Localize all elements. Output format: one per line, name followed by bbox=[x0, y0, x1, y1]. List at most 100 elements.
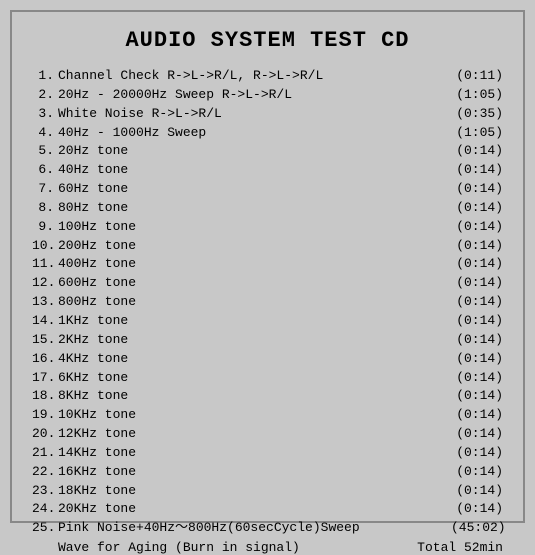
track-row: 21.14KHz tone(0:14) bbox=[32, 444, 503, 463]
track-name: 10KHz tone bbox=[58, 406, 451, 425]
track-duration: (0:14) bbox=[451, 255, 503, 274]
track-row: 16.4KHz tone(0:14) bbox=[32, 350, 503, 369]
track-duration: (0:14) bbox=[451, 237, 503, 256]
track-row: 9.100Hz tone(0:14) bbox=[32, 218, 503, 237]
track-duration: (0:14) bbox=[451, 350, 503, 369]
track-row: 23.18KHz tone(0:14) bbox=[32, 482, 503, 501]
track-number: 18. bbox=[32, 387, 58, 406]
track-name: 18KHz tone bbox=[58, 482, 451, 501]
track-name: 14KHz tone bbox=[58, 444, 451, 463]
track-name: 40Hz tone bbox=[58, 161, 451, 180]
track-name: 4KHz tone bbox=[58, 350, 451, 369]
track-name: Pink Noise+40Hz～800Hz(60secCycle)Sweep bbox=[58, 519, 451, 538]
track-row: 22.16KHz tone(0:14) bbox=[32, 463, 503, 482]
track-duration: (0:14) bbox=[451, 482, 503, 501]
track-row: 12.600Hz tone(0:14) bbox=[32, 274, 503, 293]
track-number: 8. bbox=[32, 199, 58, 218]
track-duration: (0:14) bbox=[451, 142, 503, 161]
track-row: 25.Pink Noise+40Hz～800Hz(60secCycle)Swee… bbox=[32, 519, 503, 538]
track-duration: (0:14) bbox=[451, 331, 503, 350]
track-name: 6KHz tone bbox=[58, 369, 451, 388]
track-row: 6.40Hz tone(0:14) bbox=[32, 161, 503, 180]
track-name: 40Hz - 1000Hz Sweep bbox=[58, 124, 451, 143]
track-name: 800Hz tone bbox=[58, 293, 451, 312]
track-row: 4.40Hz - 1000Hz Sweep(1:05) bbox=[32, 124, 503, 143]
main-container: AUDIO SYSTEM TEST CD 1.Channel Check R->… bbox=[10, 10, 525, 523]
track-duration: (0:14) bbox=[451, 312, 503, 331]
track-duration: (0:14) bbox=[451, 387, 503, 406]
track-number: 1. bbox=[32, 67, 58, 86]
track-name: 20Hz - 20000Hz Sweep R->L->R/L bbox=[58, 86, 451, 105]
track-duration: (0:14) bbox=[451, 425, 503, 444]
track-duration: (0:14) bbox=[451, 369, 503, 388]
track-name: Channel Check R->L->R/L, R->L->R/L bbox=[58, 67, 451, 86]
track-name: 400Hz tone bbox=[58, 255, 451, 274]
track-duration: (0:35) bbox=[451, 105, 503, 124]
track-number: 24. bbox=[32, 500, 58, 519]
track-row: 13.800Hz tone(0:14) bbox=[32, 293, 503, 312]
track-number: 17. bbox=[32, 369, 58, 388]
track-row: 11.400Hz tone(0:14) bbox=[32, 255, 503, 274]
track-name: 2KHz tone bbox=[58, 331, 451, 350]
track-name: White Noise R->L->R/L bbox=[58, 105, 451, 124]
track-row: 3.White Noise R->L->R/L(0:35) bbox=[32, 105, 503, 124]
track-name: 8KHz tone bbox=[58, 387, 451, 406]
track-number: 7. bbox=[32, 180, 58, 199]
track-number: 4. bbox=[32, 124, 58, 143]
track-row: 18.8KHz tone(0:14) bbox=[32, 387, 503, 406]
track-number: 11. bbox=[32, 255, 58, 274]
track-duration: (1:05) bbox=[451, 86, 503, 105]
track-number: 14. bbox=[32, 312, 58, 331]
track-number: 12. bbox=[32, 274, 58, 293]
track-number: 25. bbox=[32, 519, 58, 538]
track-list: 1.Channel Check R->L->R/L, R->L->R/L(0:1… bbox=[32, 67, 503, 538]
track-duration: (0:14) bbox=[451, 199, 503, 218]
track-duration: (0:14) bbox=[451, 161, 503, 180]
track-name: 12KHz tone bbox=[58, 425, 451, 444]
track-name: 16KHz tone bbox=[58, 463, 451, 482]
track-number: 6. bbox=[32, 161, 58, 180]
track-duration: (0:14) bbox=[451, 274, 503, 293]
track-number: 23. bbox=[32, 482, 58, 501]
track-duration: (0:14) bbox=[451, 406, 503, 425]
track-name: 20KHz tone bbox=[58, 500, 451, 519]
track-name: 80Hz tone bbox=[58, 199, 451, 218]
track-number: 3. bbox=[32, 105, 58, 124]
track-number: 2. bbox=[32, 86, 58, 105]
track-name: 1KHz tone bbox=[58, 312, 451, 331]
track-number: 9. bbox=[32, 218, 58, 237]
track-number: 13. bbox=[32, 293, 58, 312]
track-number: 22. bbox=[32, 463, 58, 482]
track-number: 19. bbox=[32, 406, 58, 425]
track-name: 100Hz tone bbox=[58, 218, 451, 237]
track-row: 20.12KHz tone(0:14) bbox=[32, 425, 503, 444]
track-number: 10. bbox=[32, 237, 58, 256]
track-name: 200Hz tone bbox=[58, 237, 451, 256]
footer-wave-text: Wave for Aging (Burn in signal) bbox=[58, 540, 300, 555]
track-row: 15.2KHz tone(0:14) bbox=[32, 331, 503, 350]
track-duration: (0:14) bbox=[451, 500, 503, 519]
track-name: 20Hz tone bbox=[58, 142, 451, 161]
track-duration: (1:05) bbox=[451, 124, 503, 143]
footer-row: Wave for Aging (Burn in signal) Total 52… bbox=[32, 540, 503, 555]
track-duration: (0:14) bbox=[451, 463, 503, 482]
track-name: 600Hz tone bbox=[58, 274, 451, 293]
track-row: 24.20KHz tone(0:14) bbox=[32, 500, 503, 519]
track-row: 2.20Hz - 20000Hz Sweep R->L->R/L(1:05) bbox=[32, 86, 503, 105]
track-duration: (45:02) bbox=[451, 519, 503, 538]
track-row: 17.6KHz tone(0:14) bbox=[32, 369, 503, 388]
track-row: 19.10KHz tone(0:14) bbox=[32, 406, 503, 425]
track-number: 16. bbox=[32, 350, 58, 369]
track-row: 1.Channel Check R->L->R/L, R->L->R/L(0:1… bbox=[32, 67, 503, 86]
track-duration: (0:14) bbox=[451, 444, 503, 463]
track-row: 5.20Hz tone(0:14) bbox=[32, 142, 503, 161]
track-row: 7.60Hz tone(0:14) bbox=[32, 180, 503, 199]
footer-total-text: Total 52min bbox=[417, 540, 503, 555]
track-number: 21. bbox=[32, 444, 58, 463]
track-row: 14.1KHz tone(0:14) bbox=[32, 312, 503, 331]
track-duration: (0:11) bbox=[451, 67, 503, 86]
track-name: 60Hz tone bbox=[58, 180, 451, 199]
track-duration: (0:14) bbox=[451, 218, 503, 237]
track-number: 15. bbox=[32, 331, 58, 350]
track-row: 10.200Hz tone(0:14) bbox=[32, 237, 503, 256]
